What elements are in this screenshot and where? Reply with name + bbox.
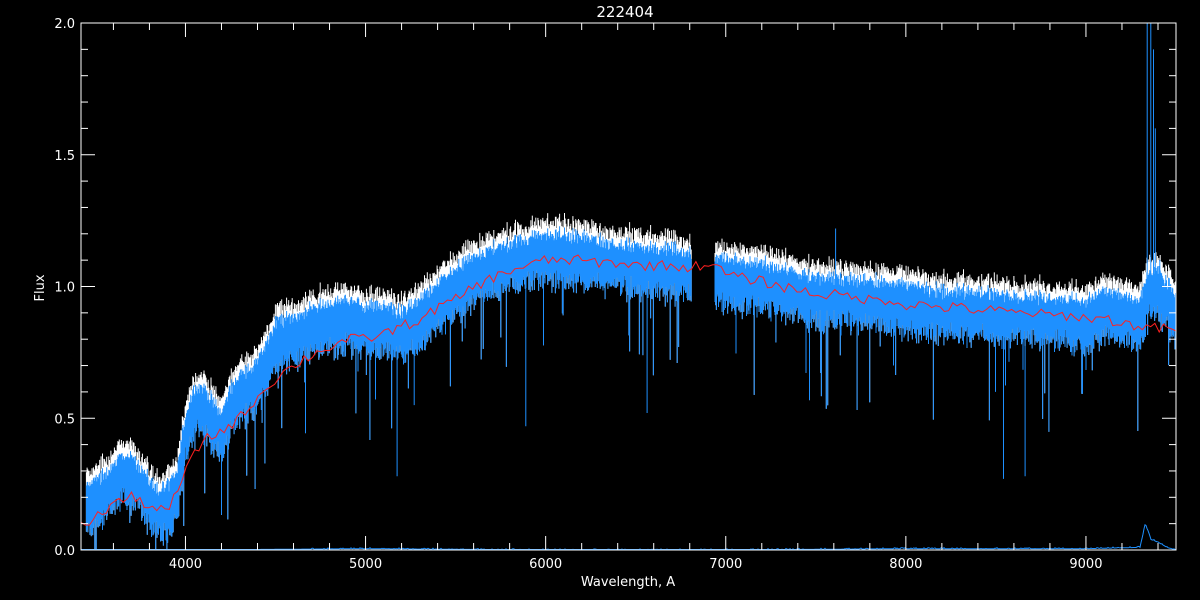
x-tick-label: 9000 [1069, 557, 1102, 572]
y-tick-label: 1.5 [54, 149, 75, 164]
x-tick-label: 7000 [709, 557, 742, 572]
chart-title: 222404 [596, 3, 653, 21]
y-axis-title: Flux [33, 274, 48, 301]
y-tick-label: 0.0 [54, 544, 75, 559]
x-tick-label: 4000 [169, 557, 202, 572]
spectrum-chart: 0.00.51.01.52.04000 5000 6000 7000 8000 9000 … [0, 0, 1200, 600]
y-tick-label: 1.0 [54, 281, 75, 296]
x-tick-label: 5000 [349, 557, 382, 572]
y-tick-label: 0.5 [54, 412, 75, 427]
x-tick-label: 8000 [889, 557, 922, 572]
y-tick-label: 2.0 [54, 17, 75, 32]
x-axis-title: Wavelength, A [581, 575, 675, 590]
x-tick-label: 6000 [529, 557, 562, 572]
